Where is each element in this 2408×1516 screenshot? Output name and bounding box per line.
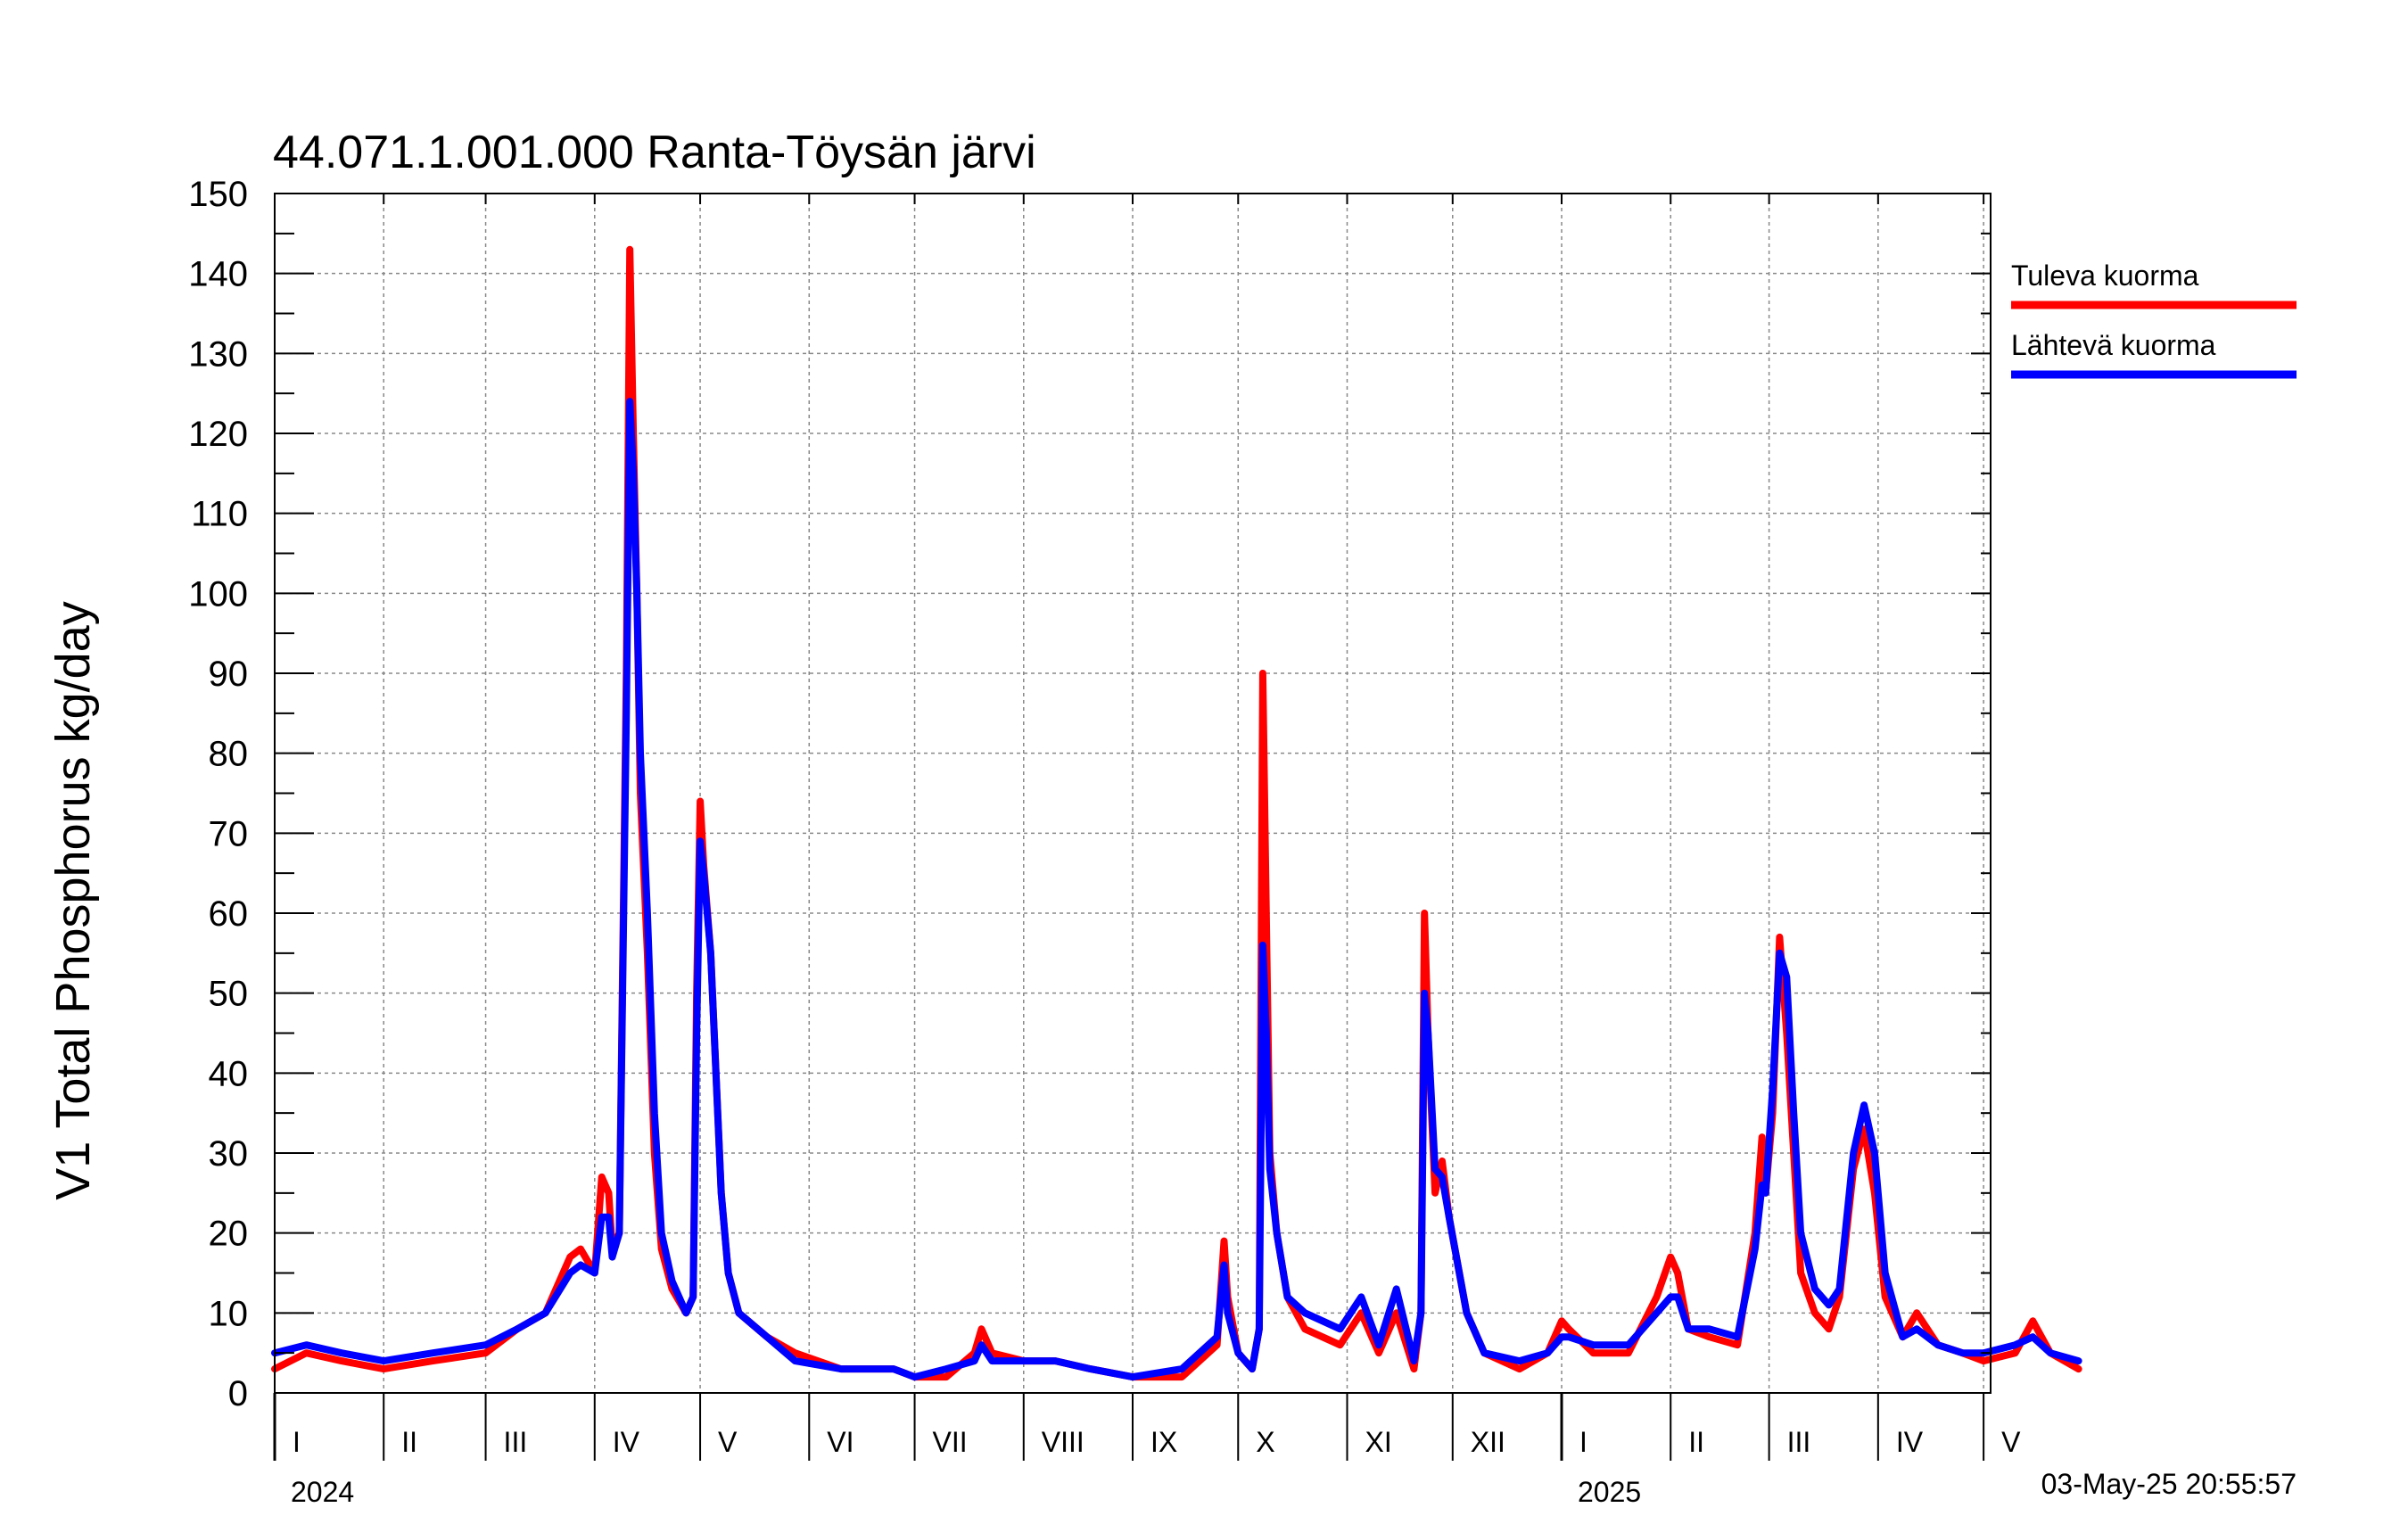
month-label: XII: [1471, 1426, 1505, 1458]
month-label: XI: [1365, 1426, 1392, 1458]
chart-title: 44.071.1.001.000 Ranta-Töysän järvi: [273, 127, 1036, 178]
y-tick-label: 110: [191, 495, 248, 534]
month-label: I: [1579, 1426, 1587, 1458]
month-label: V: [718, 1426, 738, 1458]
month-label: VIII: [1042, 1426, 1084, 1458]
y-tick-label: 30: [209, 1134, 249, 1174]
timestamp: 03-May-25 20:55:57: [2041, 1468, 2297, 1500]
month-label: IV: [1896, 1426, 1924, 1458]
y-tick-label: 100: [188, 574, 248, 614]
y-tick-label: 70: [209, 814, 249, 853]
y-tick-label: 90: [209, 655, 249, 694]
y-tick-label: 120: [188, 415, 248, 454]
y-tick-label: 60: [209, 894, 249, 934]
y-tick-label: 20: [209, 1215, 249, 1254]
y-tick-label: 130: [188, 334, 248, 374]
y-tick-label: 40: [209, 1054, 249, 1093]
legend-label: Tuleva kuorma: [2011, 260, 2199, 292]
y-tick-label: 140: [188, 255, 248, 294]
chart-background: [0, 0, 2408, 1516]
month-label: IV: [613, 1426, 640, 1458]
y-tick-label: 50: [209, 975, 249, 1014]
month-label: X: [1256, 1426, 1274, 1458]
month-label: IX: [1150, 1426, 1177, 1458]
month-label: VI: [827, 1426, 854, 1458]
year-label: 2025: [1578, 1476, 1641, 1508]
legend-label: Lähtevä kuorma: [2011, 329, 2216, 361]
y-tick-label: 10: [209, 1294, 249, 1333]
y-axis-label: V1 Total Phosphorus kg/day: [46, 601, 100, 1199]
month-label: II: [1688, 1426, 1704, 1458]
month-label: II: [401, 1426, 417, 1458]
month-label: V: [2001, 1426, 2021, 1458]
month-label: III: [504, 1426, 528, 1458]
month-label: I: [293, 1426, 301, 1458]
y-tick-label: 0: [228, 1374, 248, 1413]
phosphorus-load-chart: 0102030405060708090100110120130140150 II…: [0, 0, 2408, 1516]
month-label: VII: [933, 1426, 968, 1458]
y-tick-label: 80: [209, 735, 249, 774]
year-label: 2024: [291, 1476, 354, 1508]
y-tick-label: 150: [188, 175, 248, 214]
month-label: III: [1787, 1426, 1811, 1458]
